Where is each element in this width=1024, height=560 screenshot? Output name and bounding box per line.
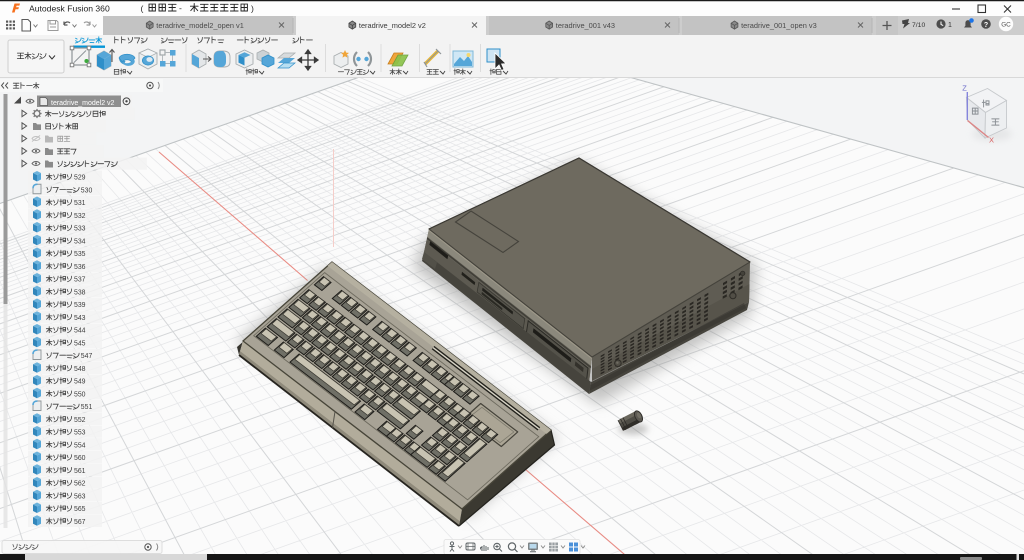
svg-text:teradrive_001 v43: teradrive_001 v43 bbox=[556, 21, 615, 30]
svg-text:551: 551 bbox=[81, 404, 93, 411]
svg-text:GC: GC bbox=[1001, 22, 1011, 29]
svg-text:548: 548 bbox=[74, 366, 86, 373]
svg-text:544: 544 bbox=[74, 328, 86, 335]
svg-text:567: 567 bbox=[74, 519, 86, 526]
svg-text:547: 547 bbox=[81, 353, 93, 360]
svg-text:561: 561 bbox=[74, 468, 86, 475]
svg-text:534: 534 bbox=[74, 238, 86, 245]
svg-text:549: 549 bbox=[74, 379, 86, 386]
svg-text:533: 533 bbox=[74, 226, 86, 233]
svg-text:(: ( bbox=[141, 4, 144, 14]
svg-text:?: ? bbox=[984, 22, 988, 29]
svg-text:562: 562 bbox=[74, 481, 86, 488]
svg-text:537: 537 bbox=[74, 277, 86, 284]
svg-text:539: 539 bbox=[74, 302, 86, 309]
svg-text:X: X bbox=[989, 136, 994, 145]
svg-text:teradrive_model2 v2: teradrive_model2 v2 bbox=[359, 21, 426, 30]
svg-text:1: 1 bbox=[948, 22, 952, 29]
svg-text:7/10: 7/10 bbox=[912, 22, 925, 29]
svg-text:565: 565 bbox=[74, 506, 86, 513]
svg-text:552: 552 bbox=[74, 417, 86, 424]
svg-text:536: 536 bbox=[74, 264, 86, 271]
svg-text:Autodesk Fusion 360: Autodesk Fusion 360 bbox=[29, 4, 110, 14]
svg-text:530: 530 bbox=[81, 187, 93, 194]
svg-text:550: 550 bbox=[74, 391, 86, 398]
svg-text:teradrive_001_open v3: teradrive_001_open v3 bbox=[741, 21, 817, 30]
svg-text:553: 553 bbox=[74, 430, 86, 437]
svg-text:teradrive_model2_open v1: teradrive_model2_open v1 bbox=[156, 21, 244, 30]
svg-text:Z: Z bbox=[962, 84, 967, 93]
svg-text:560: 560 bbox=[74, 455, 86, 462]
svg-text:554: 554 bbox=[74, 442, 86, 449]
svg-text:-: - bbox=[179, 3, 182, 13]
svg-text:563: 563 bbox=[74, 493, 86, 500]
svg-text:529: 529 bbox=[74, 175, 86, 182]
svg-text:531: 531 bbox=[74, 200, 86, 207]
svg-text:teradrive_model2 v2: teradrive_model2 v2 bbox=[51, 100, 115, 107]
svg-text:535: 535 bbox=[74, 251, 86, 258]
svg-text:543: 543 bbox=[74, 315, 86, 322]
svg-text:538: 538 bbox=[74, 289, 86, 296]
svg-text:): ) bbox=[251, 4, 254, 14]
svg-text:532: 532 bbox=[74, 213, 86, 220]
svg-text:545: 545 bbox=[74, 340, 86, 347]
